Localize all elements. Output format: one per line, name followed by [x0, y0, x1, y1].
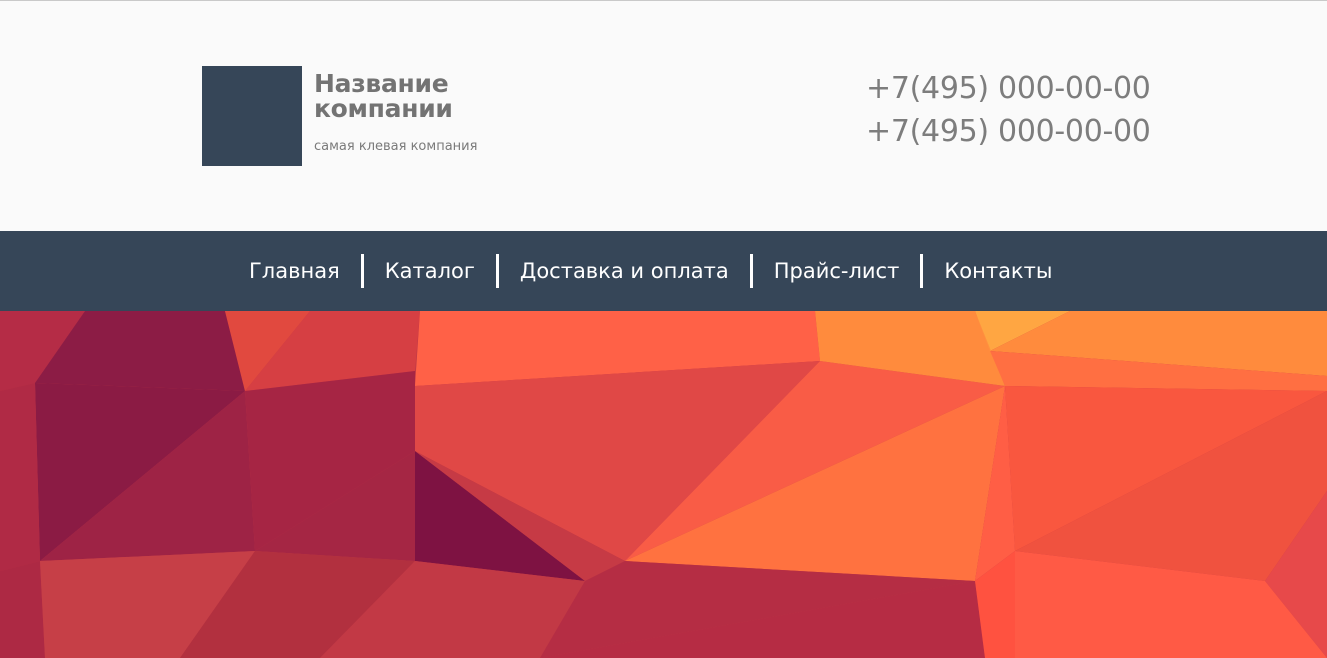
main-nav: Главная Каталог Доставка и оплата Прайс-…	[0, 231, 1327, 311]
phone-number-2[interactable]: +7(495) 000-00-00	[866, 110, 1166, 153]
hero-banner	[0, 311, 1327, 658]
nav-list: Главная Каталог Доставка и оплата Прайс-…	[228, 251, 1073, 291]
low-poly-background-image	[0, 311, 1327, 658]
company-name[interactable]: Название компании	[314, 71, 514, 121]
phone-number-1[interactable]: +7(495) 000-00-00	[866, 67, 1166, 110]
nav-item-home[interactable]: Главная	[228, 254, 361, 288]
nav-item-pricelist[interactable]: Прайс-лист	[753, 254, 921, 288]
company-logo[interactable]	[202, 66, 302, 166]
phone-list: +7(495) 000-00-00 +7(495) 000-00-00	[866, 67, 1166, 153]
nav-item-contacts[interactable]: Контакты	[923, 254, 1073, 288]
nav-item-delivery[interactable]: Доставка и оплата	[499, 254, 750, 288]
site-header: Название компании самая клевая компания …	[0, 1, 1327, 231]
nav-item-catalog[interactable]: Каталог	[364, 254, 496, 288]
company-tagline: самая клевая компания	[314, 139, 478, 154]
